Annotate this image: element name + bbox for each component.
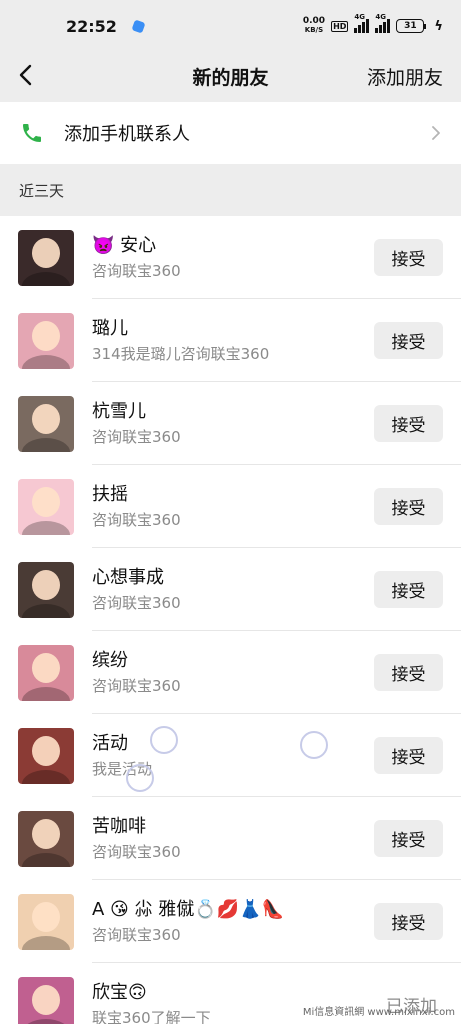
network-type-2: 4G [375,13,387,21]
request-message: 314我是璐儿咨询联宝360 [92,344,270,363]
accept-button[interactable]: 接受 [374,322,443,359]
contact-name: 扶摇 [92,483,128,505]
contact-name: 活动 [92,732,128,754]
accept-button[interactable]: 接受 [374,903,443,940]
network-speed-unit: KB/S [304,26,324,34]
accept-button[interactable]: 接受 [374,820,443,857]
accept-button[interactable]: 接受 [374,239,443,276]
friend-request-list: 👿 安心 咨询联宝360 接受 璐儿 314我是璐儿咨询联宝360 接受 杭雪儿… [0,216,461,1024]
avatar [18,478,74,535]
list-item[interactable]: 活动 我是活动 接受 [0,714,461,797]
add-phone-contacts-row[interactable]: 添加手机联系人 [0,102,461,164]
list-item[interactable]: 缤纷 咨询联宝360 接受 [0,631,461,714]
request-info: 缤纷 咨询联宝360 [92,649,374,697]
contact-name: 苦咖啡 [92,815,146,837]
avatar [18,312,74,369]
chevron-right-icon [432,126,440,140]
request-info: 心想事成 咨询联宝360 [92,566,374,614]
touch-indicator [126,764,154,792]
accept-button[interactable]: 接受 [374,737,443,774]
status-time: 22:52 [66,16,117,36]
request-info: 杭雪儿 咨询联宝360 [92,400,374,448]
list-item[interactable]: 扶摇 咨询联宝360 接受 [0,465,461,548]
avatar [18,727,74,784]
contact-name: 欣宝🙃 [92,981,147,1003]
list-item[interactable]: 璐儿 314我是璐儿咨询联宝360 接受 [0,299,461,382]
hd-badge: HD [331,20,349,32]
request-message: 咨询联宝360 [92,427,181,446]
request-message: 咨询联宝360 [92,842,181,861]
avatar [18,561,74,618]
contact-name: A 😘 尛 雅僦💍💋👗👠 [92,898,284,920]
avatar [18,893,74,950]
contact-name: 杭雪儿 [92,400,146,422]
add-phone-contacts-label: 添加手机联系人 [64,124,190,145]
accept-button[interactable]: 接受 [374,488,443,525]
list-item[interactable]: 苦咖啡 咨询联宝360 接受 [0,797,461,880]
battery-icon: 31 [396,19,427,33]
contact-name: 👿 安心 [92,234,157,256]
request-info: 扶摇 咨询联宝360 [92,483,374,531]
phone-icon [23,124,41,142]
network-speed-value: 0.00 [302,16,326,26]
charging-icon: ϟ [434,18,443,34]
app-notification-icon [131,18,146,34]
avatar [18,395,74,452]
back-icon[interactable] [14,64,36,86]
request-message: 咨询联宝360 [92,593,181,612]
network-type-1: 4G [354,13,366,21]
accept-button[interactable]: 接受 [374,571,443,608]
signal-icon: 4G [375,13,391,33]
list-item[interactable]: A 😘 尛 雅僦💍💋👗👠 咨询联宝360 接受 [0,880,461,963]
status-bar: 22:52 0.00 KB/S HD 4G 4G 31 ϟ [0,0,461,52]
avatar [18,976,74,1024]
request-message: 咨询联宝360 [92,261,181,280]
touch-indicator [150,726,178,754]
list-item[interactable]: 👿 安心 咨询联宝360 接受 [0,216,461,299]
avatar [18,810,74,867]
accept-button[interactable]: 接受 [374,405,443,442]
list-item[interactable]: 心想事成 咨询联宝360 接受 [0,548,461,631]
section-header: 近三天 [19,181,65,200]
battery-level: 31 [396,19,425,33]
request-message: 咨询联宝360 [92,510,181,529]
request-info: 👿 安心 咨询联宝360 [92,234,374,282]
nav-bar: 新的朋友 添加朋友 [0,52,461,100]
network-speed: 0.00 KB/S [303,17,325,35]
add-friend-button[interactable]: 添加朋友 [367,63,443,90]
request-message: 咨询联宝360 [92,676,181,695]
touch-indicator [300,731,328,759]
status-icons: 0.00 KB/S HD 4G 4G 31 ϟ [303,13,443,35]
new-friends-screen: 22:52 0.00 KB/S HD 4G 4G 31 ϟ 新的朋友 添加朋友 … [0,0,461,1024]
avatar [18,229,74,286]
accept-button[interactable]: 接受 [374,654,443,691]
signal-icon: 4G [354,13,370,33]
avatar [18,644,74,701]
request-info: A 😘 尛 雅僦💍💋👗👠 咨询联宝360 [92,898,374,946]
request-message: 咨询联宝360 [92,925,181,944]
contact-name: 缤纷 [92,649,128,671]
request-info: 苦咖啡 咨询联宝360 [92,815,374,863]
request-info: 璐儿 314我是璐儿咨询联宝360 [92,317,374,365]
list-item[interactable]: 杭雪儿 咨询联宝360 接受 [0,382,461,465]
watermark: Mi信息資訊網 www.mixinxi.com [302,1007,455,1018]
contact-name: 心想事成 [92,566,164,588]
contact-name: 璐儿 [92,317,128,339]
